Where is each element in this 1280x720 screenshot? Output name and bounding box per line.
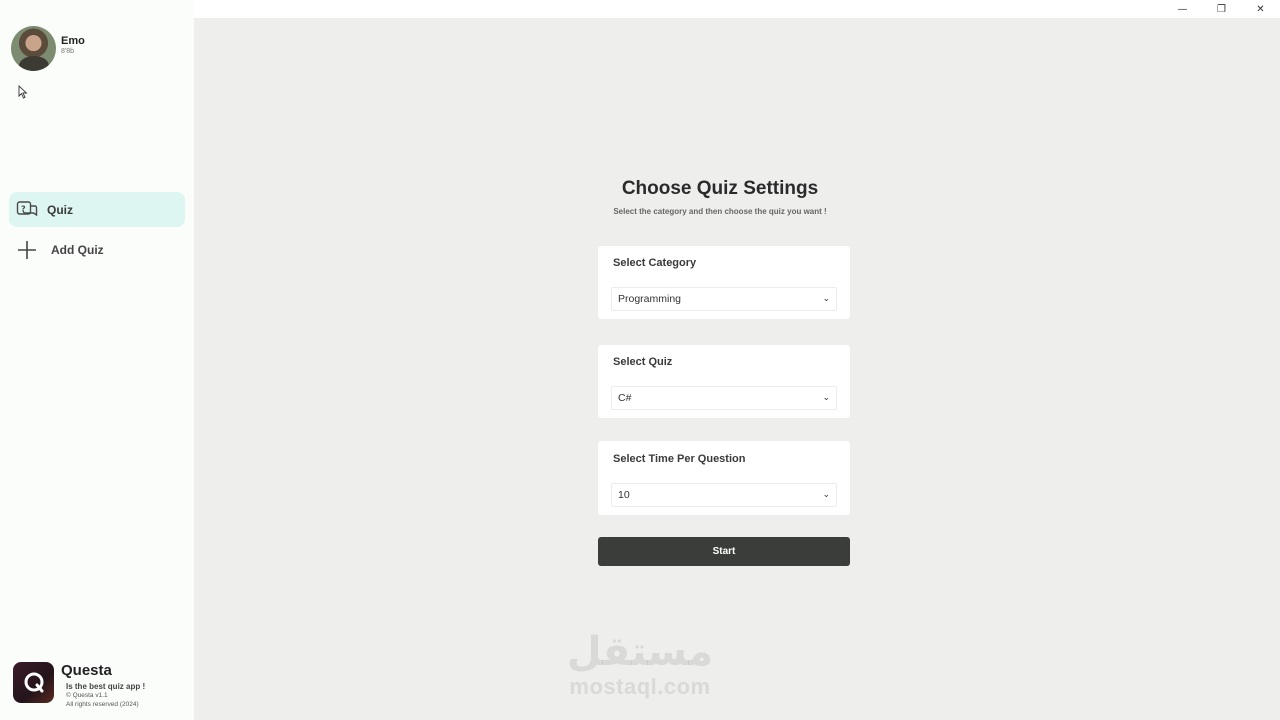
plus-icon (15, 238, 39, 262)
mouse-cursor-icon (18, 84, 28, 104)
sidebar: Emo 8'8b ? Quiz Add Quiz Questa Is the b… (0, 0, 194, 720)
chevron-down-icon: ⌄ (822, 393, 830, 403)
quiz-card: Select Quiz C# ⌄ (598, 345, 850, 418)
sidebar-item-quiz[interactable]: ? Quiz (9, 192, 185, 227)
brand-text: Questa Is the best quiz app ! © Questa v… (61, 662, 145, 709)
watermark-arabic: مستقل (566, 629, 714, 675)
questa-logo-icon (13, 662, 54, 703)
sidebar-item-label: Quiz (47, 202, 73, 217)
category-select[interactable]: Programming ⌄ (611, 287, 837, 311)
profile-subtitle: 8'8b (61, 48, 75, 55)
sidebar-item-add-quiz[interactable]: Add Quiz (9, 232, 185, 267)
watermark: مستقل mostaql.com (560, 630, 720, 700)
window-controls: — ❐ ✕ (1163, 0, 1280, 18)
avatar (11, 26, 56, 71)
restore-button[interactable]: ❐ (1202, 0, 1241, 18)
quiz-chat-icon: ? (15, 198, 39, 222)
profile-name: Emo (61, 35, 85, 47)
close-button[interactable]: ✕ (1241, 0, 1280, 18)
category-select-value: Programming (618, 293, 682, 305)
watermark-latin: mostaql.com (569, 674, 711, 699)
category-card: Select Category Programming ⌄ (598, 246, 850, 319)
time-select[interactable]: 10 ⌄ (611, 483, 837, 507)
page-subtitle: Select the category and then choose the … (613, 207, 827, 216)
time-card: Select Time Per Question 10 ⌄ (598, 441, 850, 515)
sidebar-item-label: Add Quiz (51, 242, 104, 257)
chevron-down-icon: ⌄ (822, 490, 830, 500)
quiz-label: Select Quiz (613, 356, 673, 368)
minimize-button[interactable]: — (1163, 0, 1202, 18)
quiz-select-value: C# (618, 392, 632, 404)
brand-tagline: Is the best quiz app ! (66, 682, 146, 691)
svg-text:?: ? (21, 204, 26, 213)
page-title: Choose Quiz Settings (621, 178, 819, 199)
chevron-down-icon: ⌄ (822, 294, 830, 304)
brand-rights: All rights reserved (2024) (66, 701, 139, 708)
start-button[interactable]: Start (598, 537, 850, 566)
time-select-value: 10 (618, 489, 630, 501)
app-branding: Questa Is the best quiz app ! © Questa v… (13, 662, 145, 709)
brand-version: © Questa v1.1 (66, 692, 108, 699)
brand-name: Questa (61, 662, 112, 679)
time-label: Select Time Per Question (613, 453, 746, 465)
quiz-select[interactable]: C# ⌄ (611, 386, 837, 410)
profile-text: Emo 8'8b (61, 35, 85, 55)
user-profile[interactable]: Emo 8'8b (11, 26, 85, 71)
category-label: Select Category (613, 257, 697, 269)
